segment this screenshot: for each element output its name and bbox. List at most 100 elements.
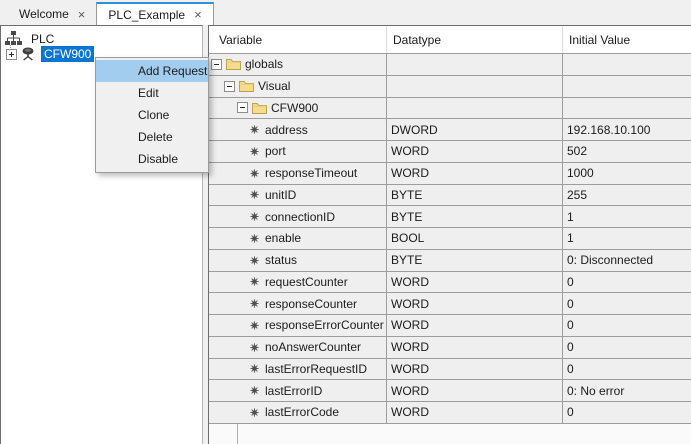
variable-name: requestCounter bbox=[265, 275, 348, 289]
table-row[interactable]: responseErrorCounterWORD0 bbox=[209, 315, 691, 337]
menu-item-disable[interactable]: Disable bbox=[96, 148, 208, 170]
table-row[interactable]: enable BOOL1 bbox=[209, 228, 691, 250]
variable-cell[interactable]: lastErrorID bbox=[209, 380, 387, 401]
table-row[interactable]: lastErrorCodeWORD0 bbox=[209, 402, 691, 424]
table-row[interactable]: Visual bbox=[209, 76, 691, 98]
variable-bullet-icon bbox=[250, 234, 259, 243]
datatype-cell[interactable]: BYTE bbox=[387, 185, 563, 206]
initial-value-cell[interactable] bbox=[563, 76, 691, 97]
initial-value-cell[interactable]: 255 bbox=[563, 185, 691, 206]
variable-cell[interactable]: unitID bbox=[209, 185, 387, 206]
initial-value-cell[interactable]: 0 bbox=[563, 402, 691, 423]
tree-item-plc[interactable]: PLC bbox=[5, 31, 54, 46]
table-row[interactable]: portWORD502 bbox=[209, 141, 691, 163]
tree-item-plc-label: PLC bbox=[31, 32, 54, 46]
variable-name: lastErrorID bbox=[265, 384, 322, 398]
datatype-cell[interactable]: WORD bbox=[387, 163, 563, 184]
table-row[interactable]: unitID BYTE255 bbox=[209, 185, 691, 207]
table-row[interactable]: responseTimeoutWORD1000 bbox=[209, 163, 691, 185]
menu-item-edit[interactable]: Edit bbox=[96, 82, 208, 104]
table-row[interactable]: addressDWORD192.168.10.100 bbox=[209, 119, 691, 141]
datatype-cell[interactable]: WORD bbox=[387, 402, 563, 423]
tab-welcome[interactable]: Welcome × bbox=[8, 3, 96, 25]
initial-value-cell[interactable]: 502 bbox=[563, 141, 691, 162]
datatype-cell[interactable] bbox=[387, 54, 563, 75]
variable-cell[interactable]: lastErrorCode bbox=[209, 402, 387, 423]
table-row[interactable]: requestCounter WORD0 bbox=[209, 272, 691, 294]
variable-cell[interactable]: requestCounter bbox=[209, 272, 387, 293]
variable-cell[interactable]: connectionID bbox=[209, 206, 387, 227]
variable-cell[interactable]: responseErrorCounter bbox=[209, 315, 387, 336]
table-body: globalsVisualCFW900addressDWORD192.168.1… bbox=[209, 54, 691, 424]
tree-item-cfw900[interactable]: CFW900 bbox=[6, 46, 94, 62]
initial-value-cell[interactable] bbox=[563, 54, 691, 75]
variable-cell[interactable]: CFW900 bbox=[209, 98, 387, 119]
initial-value-cell[interactable]: 0 bbox=[563, 337, 691, 358]
variable-cell[interactable]: address bbox=[209, 119, 387, 140]
variable-cell[interactable]: responseTimeout bbox=[209, 163, 387, 184]
datatype-cell[interactable]: WORD bbox=[387, 337, 563, 358]
datatype-cell[interactable]: DWORD bbox=[387, 119, 563, 140]
menu-item-clone[interactable]: Clone bbox=[96, 104, 208, 126]
datatype-cell[interactable]: WORD bbox=[387, 315, 563, 336]
datatype-cell[interactable]: WORD bbox=[387, 272, 563, 293]
datatype-cell[interactable] bbox=[387, 76, 563, 97]
initial-value-cell[interactable]: 1 bbox=[563, 206, 691, 227]
variable-name: status bbox=[265, 253, 297, 267]
table-row[interactable]: lastErrorID WORD0: No error bbox=[209, 380, 691, 402]
initial-value-cell[interactable]: 192.168.10.100 bbox=[563, 119, 691, 140]
datatype-cell[interactable]: BYTE bbox=[387, 206, 563, 227]
variable-cell[interactable]: Visual bbox=[209, 76, 387, 97]
initial-value-cell[interactable]: 0 bbox=[563, 359, 691, 380]
initial-value-cell[interactable]: 0: Disconnected bbox=[563, 250, 691, 271]
initial-value-cell[interactable]: 0 bbox=[563, 293, 691, 314]
tab-plc-example-close-icon[interactable]: × bbox=[194, 8, 202, 21]
datatype-cell[interactable]: WORD bbox=[387, 293, 563, 314]
datatype-cell[interactable]: WORD bbox=[387, 359, 563, 380]
variable-cell[interactable]: status bbox=[209, 250, 387, 271]
datatype-cell[interactable] bbox=[387, 98, 563, 119]
variable-cell[interactable]: noAnswerCounter bbox=[209, 337, 387, 358]
menu-item-add-request[interactable]: Add Request bbox=[96, 60, 208, 82]
column-header-datatype[interactable]: Datatype bbox=[387, 26, 563, 53]
initial-value-cell[interactable]: 1 bbox=[563, 228, 691, 249]
datatype-cell[interactable]: WORD bbox=[387, 141, 563, 162]
variable-bullet-icon bbox=[250, 190, 259, 199]
variable-cell[interactable]: port bbox=[209, 141, 387, 162]
variable-name: unitID bbox=[265, 188, 296, 202]
table-row[interactable]: responseCounterWORD0 bbox=[209, 293, 691, 315]
folder-icon bbox=[252, 102, 267, 114]
initial-value-cell[interactable] bbox=[563, 98, 691, 119]
column-header-variable[interactable]: Variable bbox=[209, 26, 387, 53]
datatype-cell[interactable]: BOOL bbox=[387, 228, 563, 249]
grid-line bbox=[237, 424, 238, 444]
column-header-initial-value[interactable]: Initial Value bbox=[563, 26, 691, 53]
datatype-cell[interactable]: BYTE bbox=[387, 250, 563, 271]
variable-cell[interactable]: globals bbox=[209, 54, 387, 75]
variable-name: connectionID bbox=[265, 210, 335, 224]
variable-bullet-icon bbox=[250, 364, 259, 373]
menu-item-delete[interactable]: Delete bbox=[96, 126, 208, 148]
variable-cell[interactable]: lastErrorRequestID bbox=[209, 359, 387, 380]
collapse-minus-icon[interactable] bbox=[224, 81, 235, 92]
initial-value-cell[interactable]: 0 bbox=[563, 315, 691, 336]
variable-cell[interactable]: responseCounter bbox=[209, 293, 387, 314]
tab-welcome-close-icon[interactable]: × bbox=[78, 8, 86, 21]
table-row[interactable]: globals bbox=[209, 54, 691, 76]
table-row[interactable]: connectionID BYTE1 bbox=[209, 206, 691, 228]
collapse-minus-icon[interactable] bbox=[211, 59, 222, 70]
datatype-cell[interactable]: WORD bbox=[387, 380, 563, 401]
table-row[interactable]: lastErrorRequestIDWORD0 bbox=[209, 359, 691, 381]
table-row[interactable]: noAnswerCounterWORD0 bbox=[209, 337, 691, 359]
variable-bullet-icon bbox=[250, 408, 259, 417]
table-row[interactable]: CFW900 bbox=[209, 98, 691, 120]
variable-cell[interactable]: enable bbox=[209, 228, 387, 249]
initial-value-cell[interactable]: 1000 bbox=[563, 163, 691, 184]
table-row[interactable]: status BYTE0: Disconnected bbox=[209, 250, 691, 272]
variable-name: enable bbox=[265, 231, 301, 245]
initial-value-cell[interactable]: 0: No error bbox=[563, 380, 691, 401]
tab-plc-example[interactable]: PLC_Example × bbox=[96, 2, 213, 25]
collapse-minus-icon[interactable] bbox=[237, 102, 248, 113]
initial-value-cell[interactable]: 0 bbox=[563, 272, 691, 293]
expand-plus-icon[interactable] bbox=[6, 49, 17, 60]
